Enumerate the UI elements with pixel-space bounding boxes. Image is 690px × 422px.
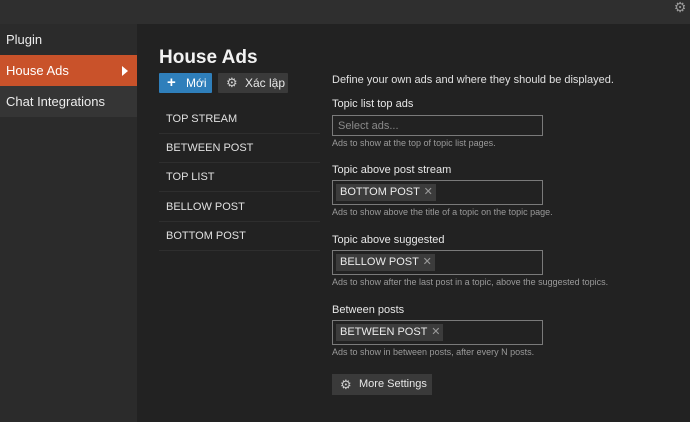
gear-icon[interactable]: ⚙ <box>672 0 688 16</box>
more-settings-button[interactable]: ⚙ More Settings <box>332 374 432 395</box>
between-posts-select[interactable]: BETWEEN POST ✕ <box>332 320 543 345</box>
field-help: Ads to show after the last post in a top… <box>332 277 609 287</box>
sidebar-item-house-ads[interactable]: House Ads <box>0 55 137 86</box>
close-icon[interactable]: ✕ <box>423 254 432 271</box>
field-label: Topic list top ads <box>332 98 414 110</box>
chip-label: BELLOW POST <box>340 256 419 268</box>
topic-above-post-stream-select[interactable]: BOTTOM POST ✕ <box>332 180 543 205</box>
chip-label: BETWEEN POST <box>340 326 428 338</box>
chip-label: BOTTOM POST <box>340 186 420 198</box>
new-ad-label: Mới <box>186 76 207 90</box>
close-icon[interactable]: ✕ <box>424 184 433 201</box>
selected-ad-chip: BELLOW POST ✕ <box>336 254 435 271</box>
field-help: Ads to show above the title of a topic o… <box>332 207 553 217</box>
list-item[interactable]: TOP LIST <box>159 162 320 192</box>
page-title: House Ads <box>159 47 258 68</box>
more-settings-label: More Settings <box>359 378 427 390</box>
field-label: Topic above suggested <box>332 234 445 246</box>
settings-label: Xác lập <box>245 76 286 90</box>
new-ad-button[interactable]: + Mới <box>159 73 212 93</box>
gear-icon: ⚙ <box>340 377 352 392</box>
field-label: Between posts <box>332 304 405 316</box>
selected-ad-chip: BOTTOM POST ✕ <box>336 184 436 201</box>
field-label: Topic above post stream <box>332 164 452 176</box>
sidebar-item-label: Chat Integrations <box>6 94 106 109</box>
plus-icon: + <box>167 74 176 91</box>
settings-button[interactable]: ⚙ Xác lập <box>218 73 288 93</box>
topic-list-top-ads-select[interactable]: Select ads... <box>332 115 543 136</box>
sidebar-item-label: House Ads <box>6 63 69 78</box>
sidebar: Plugin House Ads Chat Integrations <box>0 24 137 422</box>
list-item[interactable]: TOP STREAM <box>159 104 320 134</box>
close-icon[interactable]: ✕ <box>431 324 440 341</box>
gear-icon: ⚙ <box>226 75 238 90</box>
top-bar: ⚙ <box>0 0 690 24</box>
topic-above-suggested-select[interactable]: BELLOW POST ✕ <box>332 250 543 275</box>
chevron-right-icon <box>122 66 128 76</box>
field-help: Ads to show at the top of topic list pag… <box>332 138 496 148</box>
sidebar-item-label: Plugin <box>6 32 43 47</box>
sidebar-item-plugin[interactable]: Plugin <box>0 24 137 55</box>
sidebar-item-chat-integrations[interactable]: Chat Integrations <box>0 86 137 117</box>
list-item[interactable]: BELLOW POST <box>159 192 320 222</box>
list-item[interactable]: BOTTOM POST <box>159 221 320 251</box>
list-item[interactable]: BETWEEN POST <box>159 133 320 163</box>
select-placeholder: Select ads... <box>338 120 399 132</box>
page-description: Define your own ads and where they shoul… <box>332 74 614 86</box>
selected-ad-chip: BETWEEN POST ✕ <box>336 324 444 341</box>
field-help: Ads to show in between posts, after ever… <box>332 347 535 357</box>
